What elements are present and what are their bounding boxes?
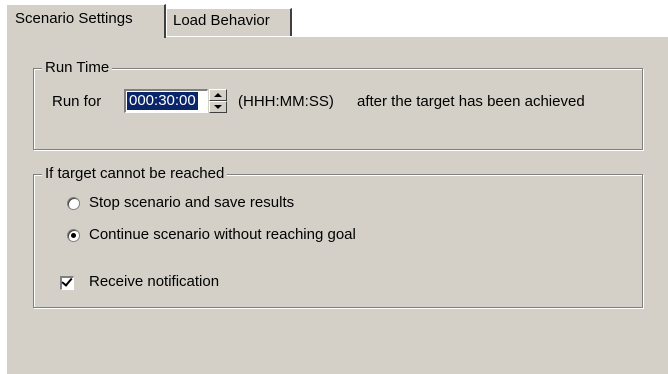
tab-load-behavior-label: Load Behavior: [173, 12, 270, 29]
run-for-label: Run for: [52, 93, 102, 110]
radio-continue-scenario-button[interactable]: [67, 229, 80, 242]
radio-selected-dot: [71, 233, 76, 238]
arrow-down-icon: [214, 105, 222, 109]
checkmark-icon: [61, 275, 73, 287]
run-duration-input[interactable]: 000:30:00: [124, 89, 208, 113]
radio-continue-scenario-label[interactable]: Continue scenario without reaching goal: [89, 225, 356, 245]
scenario-settings-panel: Run Time Run for 000:30:00 (HHH:MM:SS) a…: [6, 36, 668, 374]
tab-strip: Scenario Settings Load Behavior: [0, 0, 668, 38]
run-duration-value: 000:30:00: [126, 91, 199, 111]
spin-down-button[interactable]: [209, 101, 227, 113]
after-target-text: after the target has been achieved: [357, 93, 585, 110]
run-time-group-title: Run Time: [42, 59, 113, 77]
tab-scenario-settings[interactable]: Scenario Settings: [6, 4, 166, 38]
tab-load-behavior[interactable]: Load Behavior: [166, 8, 292, 36]
radio-stop-scenario-label[interactable]: Stop scenario and save results: [89, 193, 294, 213]
target-unreachable-group: If target cannot be reached Stop scenari…: [33, 165, 643, 308]
target-unreachable-group-title: If target cannot be reached: [42, 165, 228, 183]
radio-stop-scenario-button[interactable]: [67, 197, 80, 210]
arrow-up-icon: [214, 93, 222, 97]
tab-scenario-settings-label: Scenario Settings: [15, 10, 133, 27]
time-format-hint: (HHH:MM:SS): [238, 93, 334, 110]
run-time-group: Run Time Run for 000:30:00 (HHH:MM:SS) a…: [33, 59, 643, 150]
duration-spinner[interactable]: [209, 89, 227, 113]
spin-up-button[interactable]: [209, 89, 227, 101]
receive-notification-label[interactable]: Receive notification: [89, 272, 219, 292]
receive-notification-checkbox[interactable]: [60, 275, 74, 290]
